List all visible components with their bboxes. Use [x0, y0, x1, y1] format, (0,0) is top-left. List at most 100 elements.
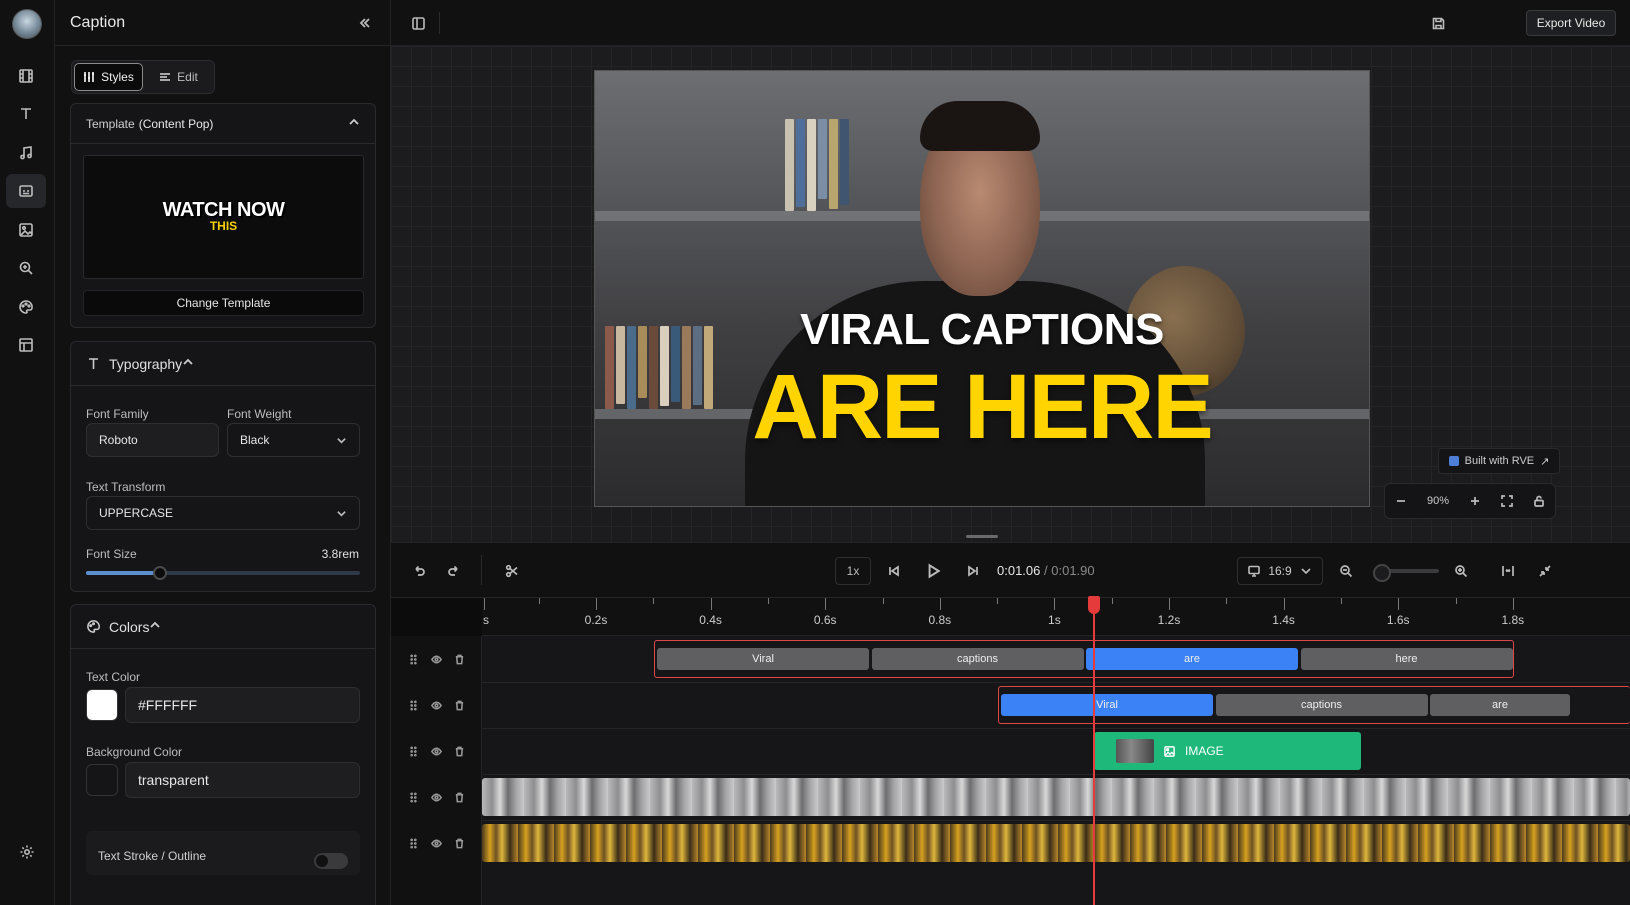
bg-color-input[interactable]: transparent [125, 762, 360, 798]
video-clip-flowers[interactable] [482, 824, 1630, 862]
built-with-rve-badge[interactable]: Built with RVE ↗ [1438, 448, 1560, 474]
drag-handle-icon[interactable] [408, 746, 419, 757]
caption-word-clip[interactable]: captions [871, 648, 1084, 670]
playhead-handle[interactable] [1088, 596, 1100, 614]
visibility-icon[interactable] [431, 746, 442, 757]
track-control-row [391, 636, 482, 682]
visibility-icon[interactable] [431, 792, 442, 803]
text-color-swatch[interactable] [86, 689, 118, 721]
ruler-minor-tick [1226, 598, 1228, 604]
font-size-slider-thumb[interactable] [152, 566, 167, 580]
trash-icon[interactable] [454, 654, 465, 665]
image-clip[interactable]: IMAGE [1094, 732, 1361, 770]
bg-color-swatch[interactable] [86, 764, 118, 796]
colors-title: Colors [86, 619, 149, 635]
ruler-label: 0.6s [813, 613, 837, 627]
app-logo[interactable] [12, 9, 42, 39]
drag-handle-icon[interactable] [408, 700, 419, 711]
ruler-minor-tick [653, 598, 655, 604]
caption-word-clip[interactable]: Viral [657, 648, 869, 670]
skip-forward-icon[interactable] [964, 562, 982, 580]
export-video-button[interactable]: Export Video [1526, 10, 1616, 36]
redo-icon[interactable] [445, 562, 463, 580]
caption-clip-group[interactable]: Viral captions are here [654, 640, 1514, 678]
aspect-ratio-select[interactable]: 16:9 [1237, 557, 1323, 585]
timeline-ruler[interactable]: s 0.2s 0.4s 0.6s 0.8s 1s 1.2s 1.4s 1.6s 1.8s [482, 598, 1630, 636]
drag-handle-icon[interactable] [408, 792, 419, 803]
drag-handle-icon[interactable] [408, 654, 419, 665]
text-color-input[interactable]: #FFFFFF [125, 687, 360, 723]
caption-line-1[interactable]: VIRAL CAPTIONS [595, 305, 1369, 355]
change-template-button[interactable]: Change Template [83, 290, 364, 316]
font-weight-select[interactable]: Black [227, 423, 360, 457]
save-icon[interactable] [1428, 13, 1448, 33]
timeline-zoom-slider[interactable] [1373, 564, 1439, 582]
template-preview[interactable]: WATCH NOW THIS [83, 155, 364, 279]
video-tool-icon[interactable] [6, 59, 46, 93]
visibility-icon[interactable] [431, 700, 442, 711]
image-tool-icon[interactable] [6, 213, 46, 247]
caption-word-clip[interactable]: here [1300, 648, 1513, 670]
tab-edit[interactable]: Edit [145, 63, 212, 91]
palette-icon[interactable] [6, 290, 46, 324]
unlock-icon[interactable] [1533, 495, 1545, 507]
drag-handle-icon[interactable] [408, 838, 419, 849]
colors-card: Colors Text Color #FFFFFF Background Col… [70, 604, 376, 905]
ruler-major-tick [825, 598, 827, 610]
chevron-up-icon[interactable] [182, 356, 194, 371]
playback-speed-button[interactable]: 1x [835, 557, 871, 585]
ruler-minor-tick [882, 598, 884, 604]
timeline-zoom-in-icon[interactable] [1452, 562, 1470, 580]
tab-styles[interactable]: Styles [74, 63, 143, 91]
playhead[interactable] [1093, 598, 1095, 905]
trash-icon[interactable] [454, 746, 465, 757]
caption-word-clip[interactable]: are [1086, 648, 1298, 670]
font-family-input[interactable]: Roboto [86, 423, 219, 457]
track-divider [482, 820, 1630, 821]
caption-word-clip[interactable]: captions [1215, 694, 1428, 716]
play-icon[interactable] [924, 562, 942, 580]
template-header[interactable]: Template (Content Pop) [71, 104, 375, 144]
chevron-up-icon[interactable] [348, 116, 360, 131]
external-link-icon: ↗ [1540, 455, 1550, 468]
scissors-icon[interactable] [503, 562, 521, 580]
typography-header[interactable]: Typography [71, 342, 375, 386]
zoom-out-icon[interactable] [1395, 495, 1407, 507]
skip-back-icon[interactable] [885, 562, 903, 580]
image-icon [1164, 745, 1175, 757]
caption-word-clip[interactable]: Viral [1001, 694, 1213, 716]
video-clip-cars[interactable] [482, 778, 1630, 816]
zoom-in-icon[interactable] [1469, 495, 1481, 507]
settings-gear-icon[interactable] [17, 842, 37, 862]
timeline-tracks: Viral captions are here Viral captions are IM… [482, 636, 1630, 905]
collapse-panel-icon[interactable] [355, 13, 375, 33]
fit-timeline-icon[interactable] [1499, 562, 1517, 580]
collapse-timeline-icon[interactable] [1536, 562, 1554, 580]
person-hair [920, 101, 1040, 151]
caption-tool-icon[interactable] [6, 174, 46, 208]
trash-icon[interactable] [454, 838, 465, 849]
resize-handle[interactable] [966, 535, 998, 538]
visibility-icon[interactable] [431, 838, 442, 849]
template-tool-icon[interactable] [6, 328, 46, 362]
trash-icon[interactable] [454, 792, 465, 803]
fullscreen-icon[interactable] [1501, 495, 1513, 507]
text-transform-select[interactable]: UPPERCASE [86, 496, 360, 530]
text-tool-icon[interactable] [6, 97, 46, 131]
sidebar-toggle-icon[interactable] [408, 13, 428, 33]
timeline-zoom-out-icon[interactable] [1337, 562, 1355, 580]
text-stroke-toggle[interactable] [314, 853, 348, 869]
chevron-up-icon[interactable] [149, 619, 161, 634]
ruler-major-tick [1512, 598, 1514, 610]
video-preview[interactable]: VIRAL CAPTIONS ARE HERE [594, 70, 1370, 507]
caption-line-2[interactable]: ARE HERE [595, 357, 1369, 457]
colors-header[interactable]: Colors [71, 605, 375, 649]
font-size-slider[interactable] [86, 566, 360, 580]
undo-icon[interactable] [410, 562, 428, 580]
trash-icon[interactable] [454, 700, 465, 711]
visibility-icon[interactable] [431, 654, 442, 665]
search-media-icon[interactable] [6, 251, 46, 285]
audio-tool-icon[interactable] [6, 136, 46, 170]
typography-card: Typography Font Family Roboto Font Weigh… [70, 341, 376, 592]
caption-word-clip[interactable]: are [1430, 694, 1570, 716]
